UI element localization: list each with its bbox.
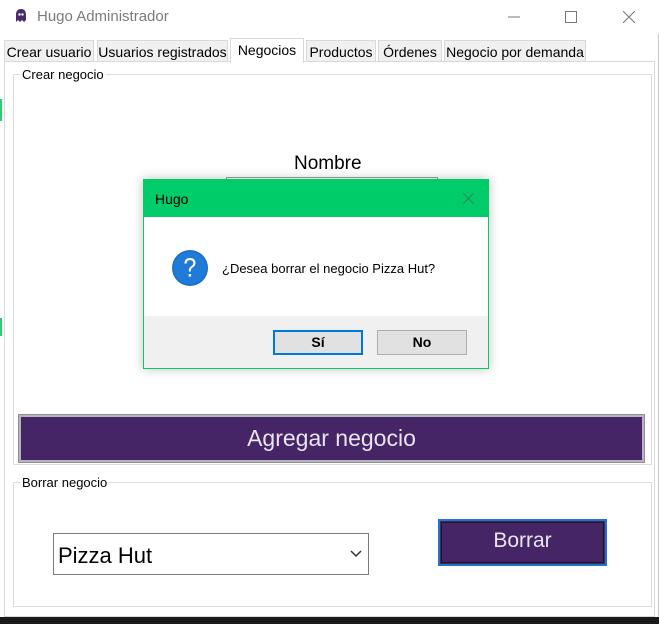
- window-title: Hugo Administrador: [37, 8, 169, 25]
- chevron-down-icon: [350, 550, 362, 558]
- edge-accent: [0, 99, 2, 121]
- ghost-icon: [16, 9, 26, 22]
- close-icon: [623, 11, 635, 23]
- name-label: Nombre: [294, 153, 362, 174]
- tab-productos[interactable]: Productos: [306, 40, 376, 62]
- maximize-button[interactable]: [548, 0, 594, 34]
- delete-business-group: Borrar negocio Pizza Hut Borrar: [13, 475, 652, 607]
- minimize-icon: [508, 16, 520, 18]
- no-button[interactable]: No: [377, 330, 467, 355]
- business-select-value: Pizza Hut: [58, 543, 153, 568]
- create-group-legend: Crear negocio: [20, 67, 106, 82]
- delete-business-button[interactable]: Borrar: [438, 519, 607, 566]
- minimize-button[interactable]: [491, 0, 537, 34]
- confirm-dialog: Hugo ¿Desea borrar el negocio Pizza Hut?…: [143, 179, 489, 369]
- delete-group-legend: Borrar negocio: [20, 475, 110, 490]
- business-select[interactable]: Pizza Hut: [53, 533, 369, 575]
- tab-strip: Crear usuario Usuarios registrados Negoc…: [4, 38, 659, 63]
- tab-usuarios-registrados[interactable]: Usuarios registrados: [97, 40, 228, 62]
- dialog-footer: Sí No: [144, 316, 488, 368]
- add-business-button[interactable]: Agregar negocio: [18, 414, 645, 463]
- maximize-icon: [565, 11, 577, 23]
- tab-crear-usuario[interactable]: Crear usuario: [4, 40, 94, 62]
- yes-button[interactable]: Sí: [273, 330, 363, 355]
- title-bar[interactable]: Hugo Administrador: [0, 0, 659, 34]
- dialog-body: ¿Desea borrar el negocio Pizza Hut?: [144, 217, 488, 316]
- dialog-message: ¿Desea borrar el negocio Pizza Hut?: [222, 261, 436, 276]
- tab-negocios[interactable]: Negocios: [230, 38, 304, 63]
- taskbar-strip: [0, 617, 659, 624]
- dialog-title: Hugo: [155, 191, 189, 207]
- close-button[interactable]: [606, 0, 652, 34]
- tab-ordenes[interactable]: Órdenes: [378, 40, 442, 62]
- close-icon[interactable]: [463, 193, 474, 204]
- tab-negocio-por-demanda[interactable]: Negocio por demanda: [444, 40, 586, 62]
- edge-accent: [0, 318, 2, 336]
- dialog-title-bar[interactable]: Hugo: [144, 180, 488, 217]
- question-icon: [172, 250, 208, 286]
